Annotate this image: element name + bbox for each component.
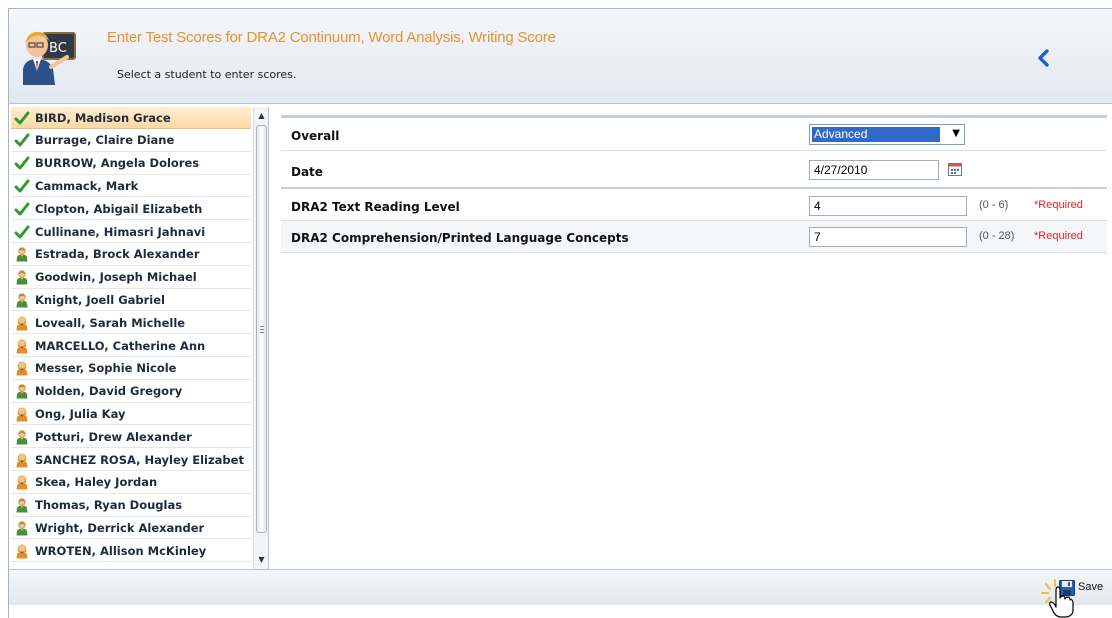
student-row[interactable]: Loveall, Sarah Michelle xyxy=(11,312,251,335)
teacher-abc-icon: BC xyxy=(23,31,76,85)
text-reading-required: *Required xyxy=(1034,199,1083,211)
female-student-icon xyxy=(16,475,28,490)
student-row[interactable]: Skea, Haley Jordan xyxy=(11,472,251,494)
text-reading-input[interactable] xyxy=(809,196,967,216)
student-row[interactable]: Estrada, Brock Alexander xyxy=(11,244,251,266)
female-student-icon xyxy=(16,361,28,376)
student-row[interactable]: WROTEN, Allison McKinley xyxy=(11,540,251,563)
student-name: Burrage, Claire Diane xyxy=(35,133,175,148)
male-student-icon xyxy=(16,293,28,308)
date-label: Date xyxy=(291,165,323,179)
overall-select[interactable]: Advanced ▼ xyxy=(809,124,965,145)
student-name: Cammack, Mark xyxy=(35,178,139,193)
student-row[interactable]: Cammack, Mark xyxy=(11,175,251,198)
student-name: MARCELLO, Catherine Ann xyxy=(35,338,206,353)
male-student-icon xyxy=(16,498,28,513)
male-student-icon xyxy=(16,521,28,536)
female-student-icon xyxy=(16,316,28,331)
comprehension-row: DRA2 Comprehension/Printed Language Conc… xyxy=(281,221,1107,253)
student-row[interactable]: Burrage, Claire Diane xyxy=(11,130,251,152)
student-name: Wright, Derrick Alexander xyxy=(35,520,205,535)
form-divider xyxy=(281,115,1107,118)
date-input[interactable] xyxy=(809,160,939,180)
female-student-icon xyxy=(16,339,28,353)
footer-toolbar: Save xyxy=(9,569,1112,605)
student-name: BURROW, Angela Dolores xyxy=(35,156,200,171)
student-name: Goodwin, Joseph Michael xyxy=(35,270,197,285)
comprehension-label: DRA2 Comprehension/Printed Language Conc… xyxy=(291,231,629,245)
student-name: Nolden, David Gregory xyxy=(35,384,183,399)
student-name: SANCHEZ ROSA, Hayley Elizabet xyxy=(35,452,244,467)
student-name: Thomas, Ryan Douglas xyxy=(35,498,183,513)
checkmark-icon xyxy=(14,111,30,124)
svg-text:BC: BC xyxy=(49,41,67,56)
text-reading-row: DRA2 Text Reading Level (0 - 6) *Require… xyxy=(281,191,1107,221)
save-button[interactable]: Save xyxy=(1055,576,1112,602)
checkmark-icon xyxy=(14,156,30,170)
checkmark-icon xyxy=(14,179,30,193)
score-entry-window: BC Enter Test Scores for DRA2 Continuum,… xyxy=(8,8,1112,618)
student-name: Loveall, Sarah Michelle xyxy=(35,315,186,330)
scroll-down-button[interactable]: ▼ xyxy=(254,553,268,567)
floppy-disk-icon xyxy=(1059,580,1075,596)
text-reading-range: (0 - 6) xyxy=(979,199,1009,211)
student-row[interactable]: Clopton, Abigail Elizabeth xyxy=(11,198,251,221)
overall-row: Overall Advanced ▼ xyxy=(281,119,1107,151)
scroll-thumb[interactable] xyxy=(256,125,267,533)
overall-selected-value: Advanced xyxy=(812,127,940,142)
student-row[interactable]: MARCELLO, Catherine Ann xyxy=(11,335,251,357)
male-student-icon xyxy=(16,430,28,445)
page-subtitle: Select a student to enter scores. xyxy=(117,68,297,81)
student-row[interactable]: Goodwin, Joseph Michael xyxy=(11,267,251,289)
male-student-icon xyxy=(16,247,28,262)
female-student-icon xyxy=(16,544,28,559)
student-row[interactable]: BURROW, Angela Dolores xyxy=(11,153,251,175)
comprehension-required: *Required xyxy=(1034,230,1083,242)
student-name: BIRD, Madison Grace xyxy=(35,110,171,125)
student-list: BIRD, Madison Grace Burrage, Claire Diane… xyxy=(11,107,269,569)
female-student-icon xyxy=(16,453,28,467)
student-name: Potturi, Drew Alexander xyxy=(35,429,192,444)
student-name: WROTEN, Allison McKinley xyxy=(35,543,207,558)
comprehension-range: (0 - 28) xyxy=(979,230,1015,242)
student-name: Clopton, Abigail Elizabeth xyxy=(35,201,203,216)
chevron-down-icon: ▼ xyxy=(952,128,960,139)
page-title: Enter Test Scores for DRA2 Continuum, Wo… xyxy=(107,29,556,46)
student-name: Ong, Julia Kay xyxy=(35,406,126,421)
student-list-scrollbar[interactable]: ▲ ▼ xyxy=(253,107,268,569)
student-row[interactable]: Ong, Julia Kay xyxy=(11,403,251,426)
date-row: Date xyxy=(281,151,1107,189)
student-row[interactable]: SANCHEZ ROSA, Hayley Elizabet xyxy=(11,449,251,471)
checkmark-icon xyxy=(14,225,30,238)
student-name: Knight, Joell Gabriel xyxy=(35,292,165,307)
checkmark-icon xyxy=(14,133,30,147)
scroll-up-button[interactable]: ▲ xyxy=(254,109,268,123)
student-row[interactable]: Nolden, David Gregory xyxy=(11,381,251,403)
student-row[interactable]: Wright, Derrick Alexander xyxy=(11,517,251,540)
overall-label: Overall xyxy=(291,129,340,143)
male-student-icon xyxy=(16,270,28,285)
student-row[interactable]: Messer, Sophie Nicole xyxy=(11,358,251,380)
student-name: Skea, Haley Jordan xyxy=(35,475,158,490)
save-label: Save xyxy=(1078,581,1104,593)
student-row[interactable]: Cullinane, Himasri Jahnavi xyxy=(11,221,251,243)
checkmark-icon xyxy=(14,202,30,216)
student-row[interactable]: Thomas, Ryan Douglas xyxy=(11,495,251,517)
grip-icon xyxy=(260,326,264,333)
female-student-icon xyxy=(16,407,28,422)
header-panel: BC Enter Test Scores for DRA2 Continuum,… xyxy=(9,9,1112,104)
student-row[interactable]: Potturi, Drew Alexander xyxy=(11,426,251,449)
calendar-icon[interactable] xyxy=(947,161,963,177)
chevron-left-icon[interactable] xyxy=(1033,47,1055,69)
student-name: Estrada, Brock Alexander xyxy=(35,247,200,262)
comprehension-input[interactable] xyxy=(809,227,967,247)
student-name: Cullinane, Himasri Jahnavi xyxy=(35,224,206,239)
student-row[interactable]: Knight, Joell Gabriel xyxy=(11,289,251,312)
student-row[interactable]: BIRD, Madison Grace xyxy=(11,107,251,129)
text-reading-label: DRA2 Text Reading Level xyxy=(291,200,460,214)
student-name: Messer, Sophie Nicole xyxy=(35,361,177,376)
male-student-icon xyxy=(16,384,28,399)
